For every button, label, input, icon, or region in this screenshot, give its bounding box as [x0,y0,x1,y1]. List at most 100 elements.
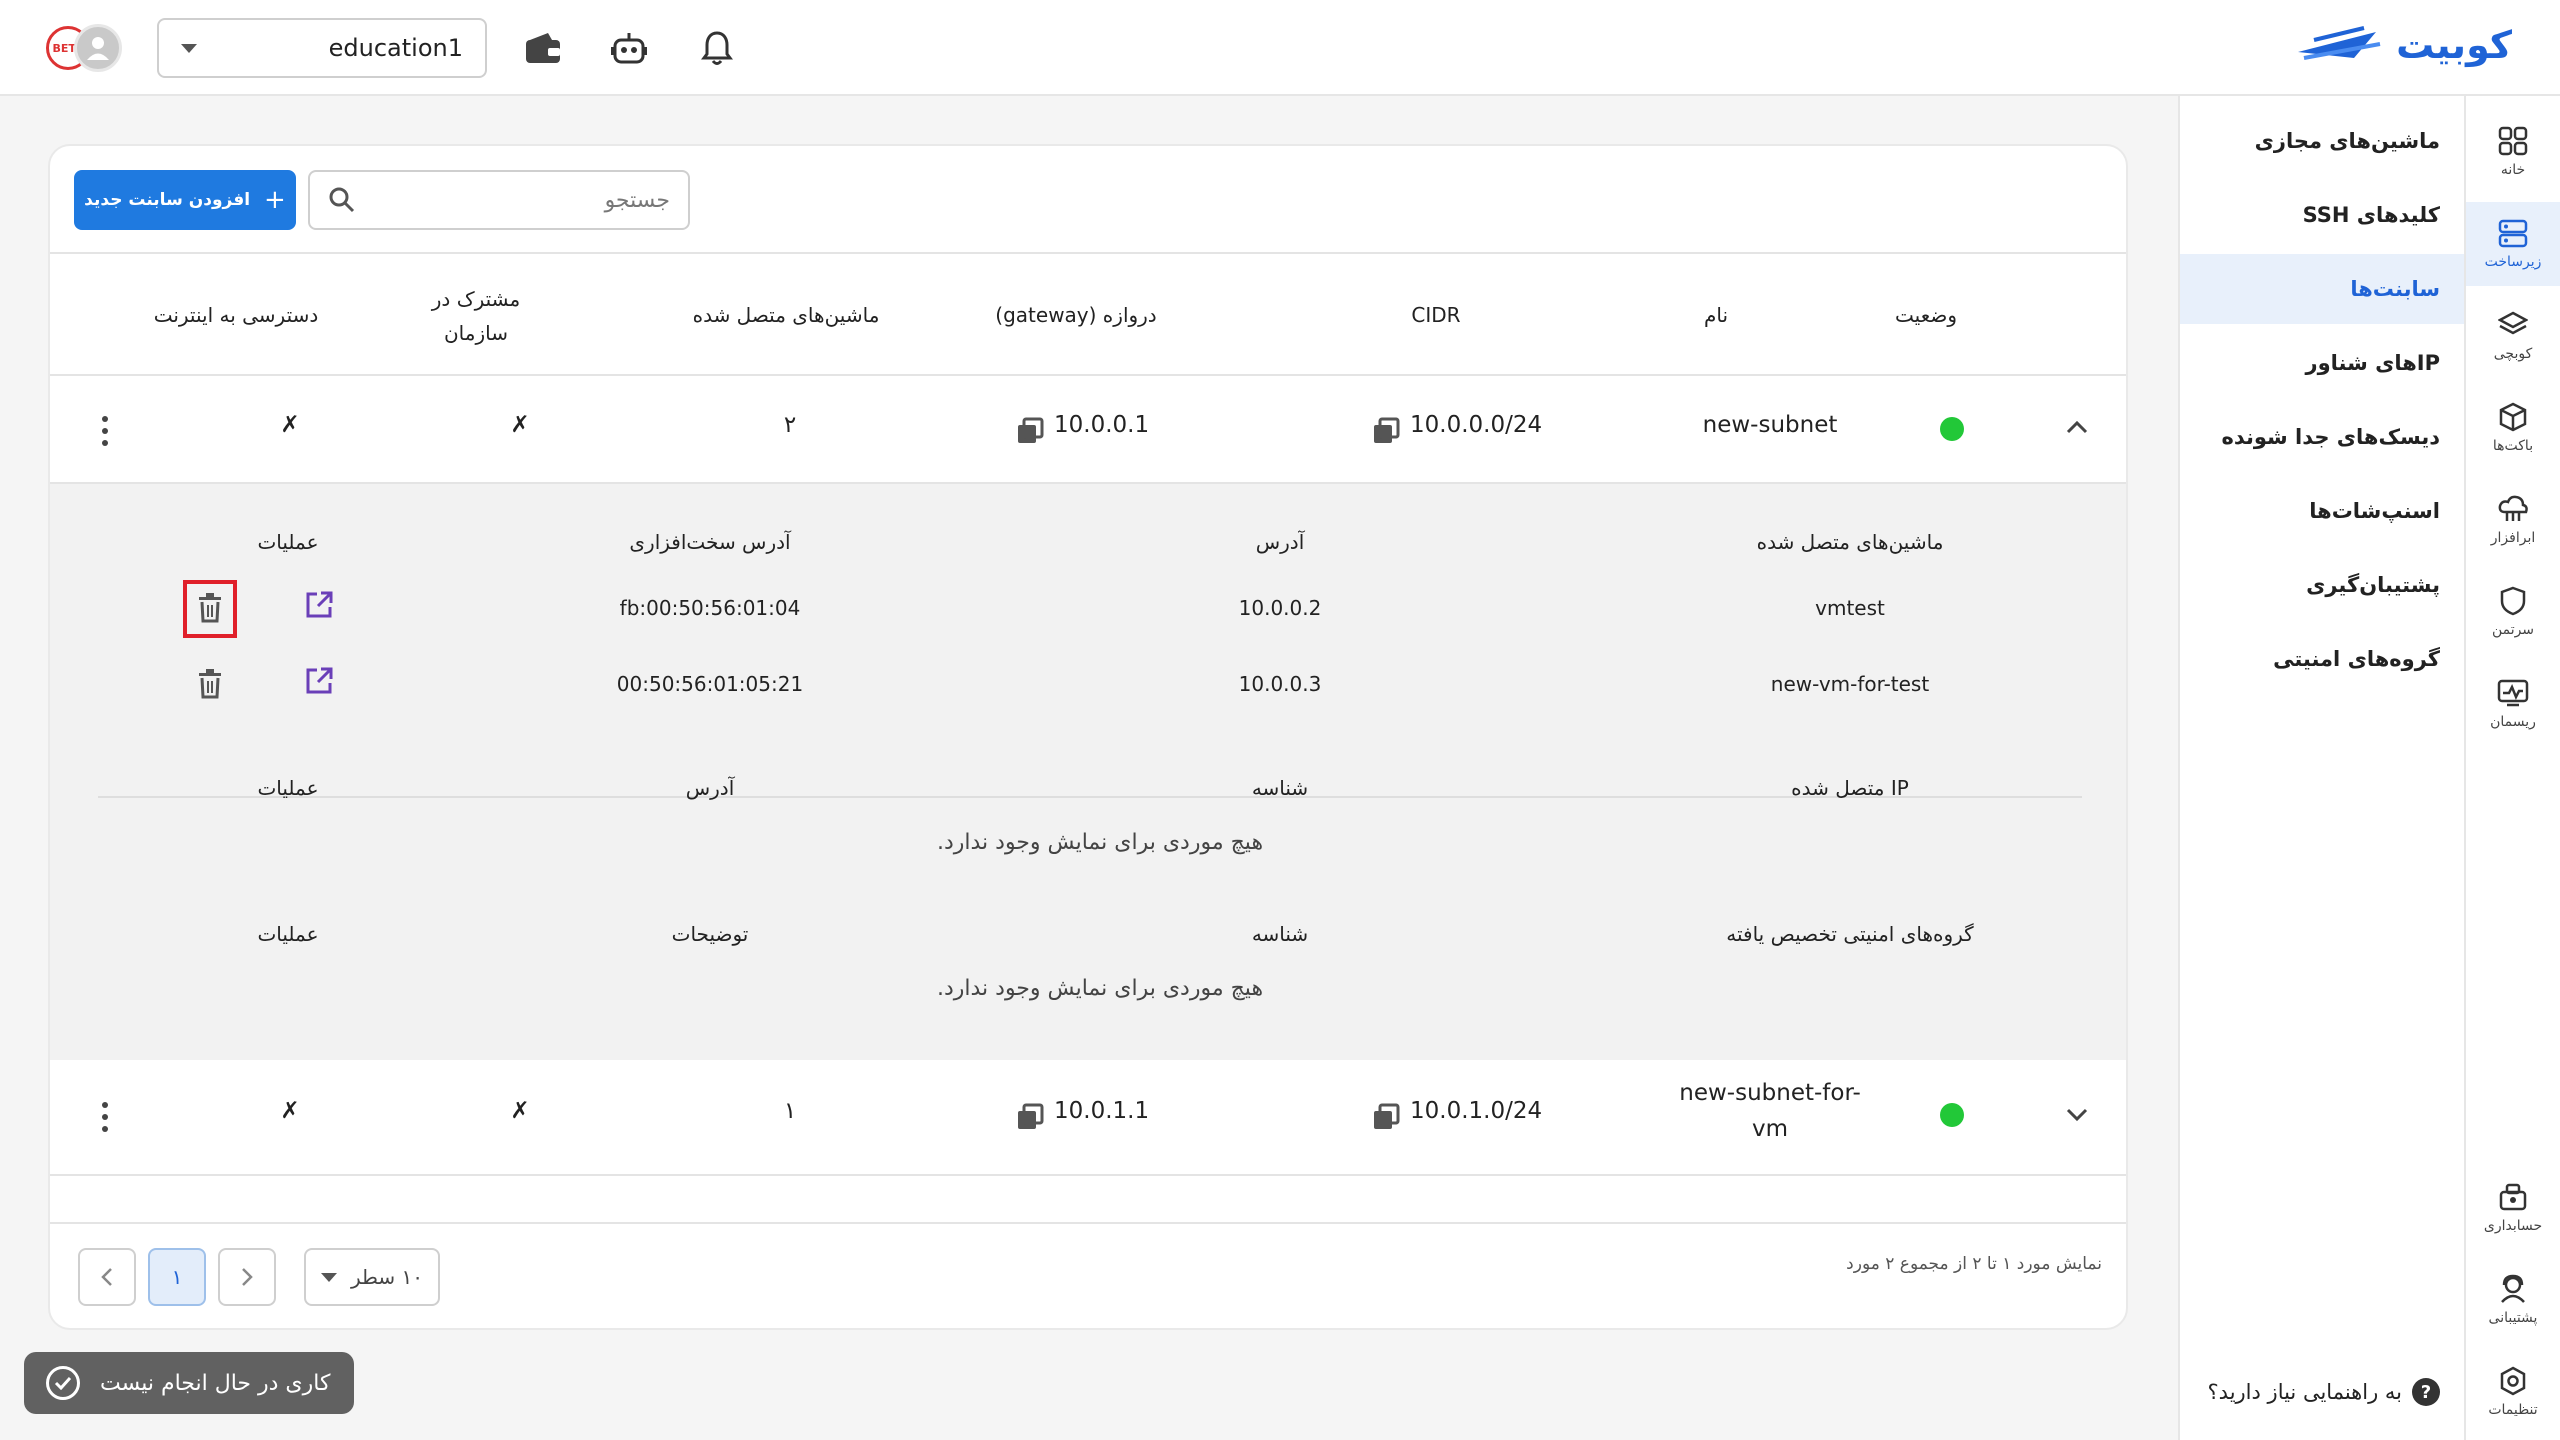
menu-item-volumes[interactable]: دیسک‌های جدا شونده [2180,402,2464,472]
divider [50,1222,2126,1224]
rail-item-support[interactable]: پشتیبانی [2466,1258,2560,1342]
sg-header-ops: عملیات [257,922,319,946]
header-gateway: دروازه (gateway) [995,303,1157,327]
chevron-down-icon [181,43,197,53]
wallet-icon[interactable] [523,28,563,68]
top-bar: کوبیت education1 BETA [0,0,2560,96]
subnet-cidr: 10.0.0.0/24 [1410,412,1543,438]
menu-item-snapshots[interactable]: اسنپ‌شات‌ها [2180,476,2464,546]
copy-icon[interactable] [1016,417,1044,445]
chevron-up-icon[interactable] [2066,420,2088,434]
copy-icon[interactable] [1372,1103,1400,1131]
machine-name[interactable]: new-vm-for-test [1630,672,2070,696]
machines-header-ops: عملیات [257,530,319,554]
subnet-internet: ✗ [280,412,300,438]
server-icon [2498,219,2528,248]
plus-icon: + [264,185,286,215]
rail-item-label: زیرساخت [2484,254,2542,270]
rail-item-label: کوبچی [2493,346,2533,362]
more-actions-icon[interactable] [100,1102,110,1132]
status-dot [1940,1103,1964,1127]
help-text: به راهنمایی نیاز دارید؟ [2207,1380,2402,1404]
menu-item-ssh-keys[interactable]: کلیدهای SSH [2180,180,2464,250]
machine-name[interactable]: vmtest [1630,596,2070,620]
search-box[interactable] [308,170,690,230]
menu-item-floating-ips[interactable]: IPهای شناور [2180,328,2464,398]
subnet-name-line2: vm [1751,1116,1789,1142]
sg-header-desc: توضیحات [671,922,749,946]
bell-icon[interactable] [697,28,737,68]
subnet-machines: ۱ [783,1098,797,1124]
rail-item-label: پشتیبانی [2488,1310,2538,1326]
logo[interactable]: کوبیت [2294,22,2512,68]
add-subnet-label: افزودن سابنت جدید [84,190,251,210]
rail-item-infrastructure[interactable]: زیرساخت [2466,202,2560,286]
support-icon [2501,1274,2525,1303]
divider [50,1174,2126,1176]
header-internet: دسترسی به اینترنت [153,303,319,327]
sg-header-name: گروه‌های امنیتی تخصیص یافته [1726,922,1974,946]
rail-item-accounting[interactable]: حسابداری [2466,1166,2560,1250]
layers-icon [2498,311,2528,335]
subnet-name-line1: new-subnet-for- [1679,1080,1861,1106]
rail-item-label: خانه [2500,162,2526,178]
status-dot [1940,417,1964,441]
search-input[interactable] [400,187,670,213]
cloud-app-icon [2498,495,2528,521]
more-actions-icon[interactable] [100,416,110,446]
open-external-icon[interactable] [304,666,334,696]
next-page-button[interactable] [218,1248,276,1306]
trash-icon[interactable] [198,593,222,623]
project-select[interactable]: education1 [157,18,487,78]
menu-item-security-groups[interactable]: گروه‌های امنیتی [2180,624,2464,694]
menu-item-vms[interactable]: ماشین‌های مجازی [2180,106,2464,176]
menu-item-backups[interactable]: پشتیبان‌گیری [2180,550,2464,620]
avatar-group[interactable]: BETA [46,22,126,74]
toolbar: + افزودن سابنت جدید [50,146,2126,254]
project-select-value: education1 [328,34,463,62]
page-button[interactable]: ۱ [148,1248,206,1306]
subnet-machines: ۲ [783,412,797,438]
cube-icon [2499,402,2527,432]
rows-per-page-select[interactable]: ۱۰ سطر [304,1248,440,1306]
header-name: نام [1703,303,1729,327]
subnet-cidr: 10.0.1.0/24 [1410,1098,1543,1124]
rail-item-label: ریسمان [2490,714,2536,730]
machines-header-address: آدرس [1255,530,1305,554]
copy-icon[interactable] [1372,417,1400,445]
rows-per-page-value: ۱۰ سطر [350,1265,424,1289]
avatar[interactable] [74,24,122,72]
help-link[interactable]: ? به راهنمایی نیاز دارید؟ [2208,1378,2440,1406]
menu-item-subnets[interactable]: سابنت‌ها [2180,254,2464,324]
subnet-details-panel: ماشین‌های متصل شده آدرس آدرس سخت‌افزاری … [50,484,2126,1060]
robot-icon[interactable] [609,28,649,68]
subnet-shared: ✗ [510,1098,530,1124]
rail-item-risman[interactable]: ریسمان [2466,662,2560,746]
rail-item-home[interactable]: خانه [2466,110,2560,194]
search-icon[interactable] [328,186,356,214]
ips-header-address: آدرس [685,776,735,800]
ips-empty-message: هیچ موردی برای نمایش وجود ندارد. [936,830,1264,855]
trash-icon[interactable] [198,669,222,699]
copy-icon[interactable] [1016,1103,1044,1131]
rail-item-cloud-app[interactable]: ابرافزار [2466,478,2560,562]
open-external-icon[interactable] [304,590,334,620]
chevron-down-icon[interactable] [2066,1108,2088,1122]
rail-item-buckets[interactable]: باکت‌ها [2466,386,2560,470]
logo-text: کوبیت [2396,23,2512,67]
subnet-gateway: 10.0.1.1 [1054,1098,1150,1124]
grid-icon [2498,126,2528,156]
rail-item-label: سرتمن [2491,622,2535,638]
subnet-gateway: 10.0.0.1 [1054,412,1150,438]
rail-item-kubchi[interactable]: کوبچی [2466,294,2560,378]
add-subnet-button[interactable]: + افزودن سابنت جدید [74,170,296,230]
header-status: وضعیت [1895,303,1957,327]
ips-header-ip: IP متصل شده [1791,776,1909,800]
toast-text: کاری در حال انجام نیست [100,1370,331,1396]
ips-header-id: شناسه [1251,776,1309,800]
shield-icon [2500,586,2526,616]
rail-item-sartaman[interactable]: سرتمن [2466,570,2560,654]
prev-page-button[interactable] [78,1248,136,1306]
chevron-right-icon [242,1268,253,1286]
rail-item-settings[interactable]: تنظیمات [2466,1350,2560,1434]
